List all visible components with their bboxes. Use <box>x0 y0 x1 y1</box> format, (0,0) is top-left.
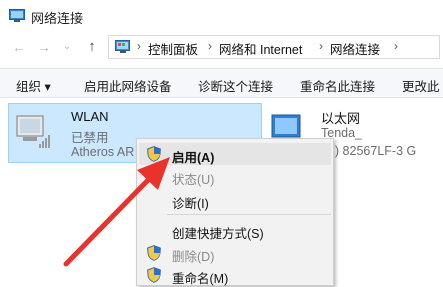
network-connections-icon <box>9 9 25 22</box>
more-button[interactable]: 更改此 <box>402 76 440 95</box>
window-title: 网络连接 <box>31 11 84 26</box>
breadcrumb-network-internet[interactable]: 网络和 Internet <box>219 39 302 58</box>
uac-shield-icon <box>147 146 161 162</box>
connection-status: 已禁用 <box>71 131 109 145</box>
breadcrumb-network-connections[interactable]: 网络连接 <box>330 39 380 58</box>
breadcrumb-separator[interactable]: › <box>208 39 212 53</box>
menu-item-label: 状态(U) <box>172 173 215 187</box>
command-bar: 组织 ▾ 启用此网络设备 诊断这个连接 重命名此连接 更改此 <box>0 68 443 98</box>
menu-item-create-shortcut[interactable]: 创建快捷方式(S) <box>139 219 331 241</box>
wireless-adapter-icon <box>16 115 50 148</box>
menu-item-enable[interactable]: 启用(A) <box>139 143 331 165</box>
connection-name: WLAN <box>71 109 109 124</box>
menu-item-label: 创建快捷方式(S) <box>172 227 264 241</box>
connection-name: 以太网 <box>321 111 361 126</box>
breadcrumb-separator[interactable]: › <box>394 39 398 53</box>
control-panel-icon <box>115 40 130 53</box>
menu-item-diagnose[interactable]: 诊断(I) <box>139 189 331 211</box>
rename-button[interactable]: 重命名此连接 <box>300 76 375 95</box>
chevron-down-icon[interactable]: ⌄ <box>58 38 76 56</box>
menu-item-label: 重命名(M) <box>172 272 229 286</box>
enable-device-button[interactable]: 启用此网络设备 <box>84 76 172 95</box>
up-arrow-icon[interactable]: ↑ <box>83 38 101 56</box>
breadcrumb-control-panel[interactable]: 控制面板 <box>148 39 198 58</box>
breadcrumb-separator[interactable]: › <box>137 39 141 53</box>
menu-item-delete[interactable]: 删除(D) <box>139 242 331 264</box>
menu-item-status[interactable]: 状态(U) <box>139 165 331 187</box>
organize-button[interactable]: 组织 ▾ <box>16 76 51 95</box>
uac-shield-icon <box>147 245 161 261</box>
context-menu: 启用(A) 状态(U) 诊断(I) 创建快捷方式(S) 删除(D) 重命名(M) <box>136 138 334 286</box>
uac-shield-icon <box>147 267 161 283</box>
forward-arrow-icon[interactable]: → <box>35 38 53 56</box>
menu-separator <box>167 214 331 215</box>
diagnose-button[interactable]: 诊断这个连接 <box>198 76 273 95</box>
menu-item-rename[interactable]: 重命名(M) <box>139 264 331 286</box>
address-bar[interactable]: › 控制面板 › 网络和 Internet › 网络连接 › <box>108 35 440 59</box>
menu-item-label: 删除(D) <box>172 250 215 264</box>
connection-adapter: Atheros AR <box>71 145 135 159</box>
title-bar: 网络连接 <box>0 0 443 32</box>
breadcrumb-separator[interactable]: › <box>319 39 323 53</box>
menu-item-label: 启用(A) <box>172 151 215 165</box>
menu-item-label: 诊断(I) <box>172 197 209 211</box>
back-arrow-icon[interactable]: ← <box>10 38 28 56</box>
